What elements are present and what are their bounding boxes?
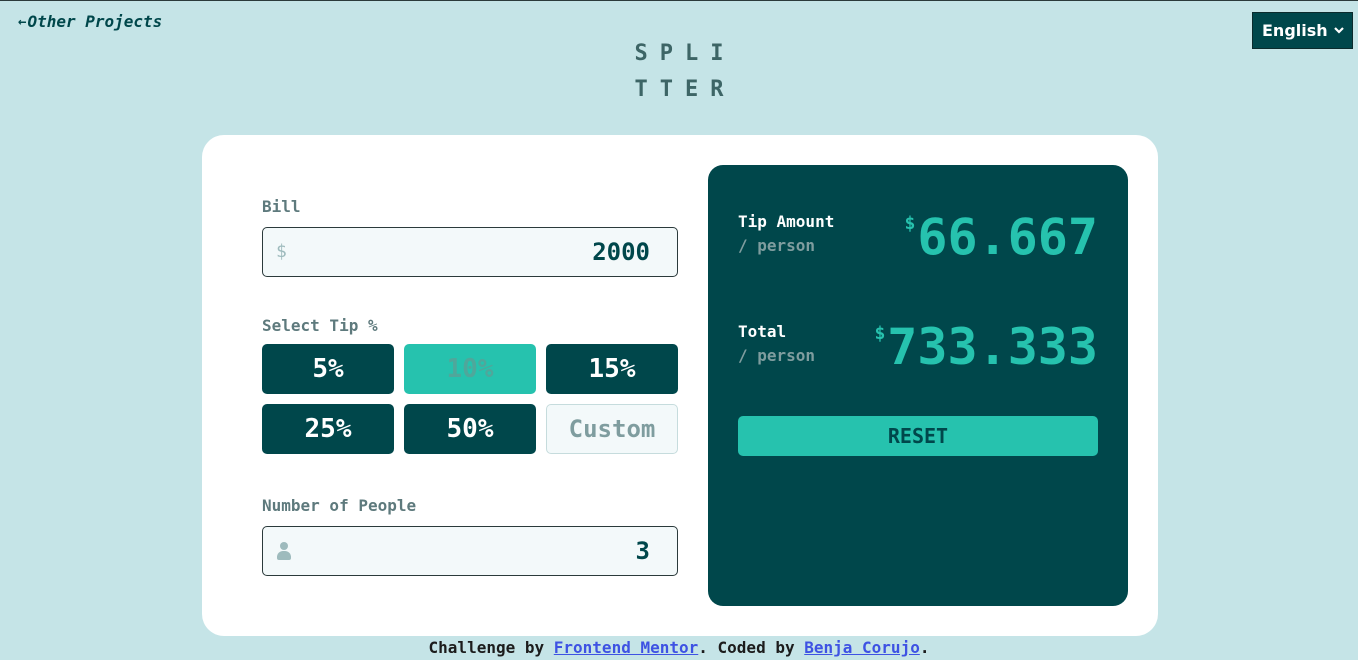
tip-button-25[interactable]: 25% [262,404,394,454]
footer: Challenge by Frontend Mentor. Coded by B… [0,638,1358,657]
calculator-card: Bill $ 2000 Select Tip % 5% 10% 15% 25% … [202,135,1158,636]
dollar-icon: $ [276,241,287,262]
tip-button-5[interactable]: 5% [262,344,394,394]
frontend-mentor-link[interactable]: Frontend Mentor [554,638,699,657]
tip-amount-number: 66.667 [917,208,1098,266]
total-label: Total [738,322,787,341]
people-label: Number of People [262,496,417,515]
bill-input[interactable]: $ 2000 [262,227,678,277]
total-value: $ 733.333 [874,319,1098,375]
tip-currency: $ [904,213,916,234]
reset-button[interactable]: RESET [738,416,1098,456]
result-panel: Tip Amount / person $ 66.667 Total / per… [708,165,1128,606]
footer-suffix: . [919,638,930,657]
custom-tip-input[interactable]: Custom [546,404,678,454]
footer-middle: . Coded by [698,638,805,657]
person-icon [277,542,291,560]
tip-button-50[interactable]: 50% [404,404,536,454]
author-link[interactable]: Benja Corujo [804,638,920,657]
footer-prefix: Challenge by [428,638,554,657]
logo: SPLI TTER [0,36,1358,108]
people-input[interactable]: 3 [262,526,678,576]
back-link-other-projects[interactable]: ← Other Projects [18,12,162,31]
tip-amount-value: $ 66.667 [905,209,1098,265]
people-value: 3 [635,537,650,565]
total-number: 733.333 [887,318,1098,376]
tip-amount-label: Tip Amount [738,212,835,231]
back-link-label: Other Projects [27,12,163,31]
logo-line-2: TTER [634,77,736,102]
left-arrow-icon: ← [18,13,27,30]
select-tip-label: Select Tip % [262,316,378,335]
bill-value: 2000 [592,238,650,266]
total-sub: / person [738,346,816,365]
logo-line-1: SPLI [634,41,736,66]
tip-button-10[interactable]: 10% [404,344,536,394]
tip-amount-sub: / person [738,236,816,255]
bill-label: Bill [262,197,301,216]
top-border [0,0,1358,1]
total-currency: $ [874,323,886,344]
tip-button-15[interactable]: 15% [546,344,678,394]
